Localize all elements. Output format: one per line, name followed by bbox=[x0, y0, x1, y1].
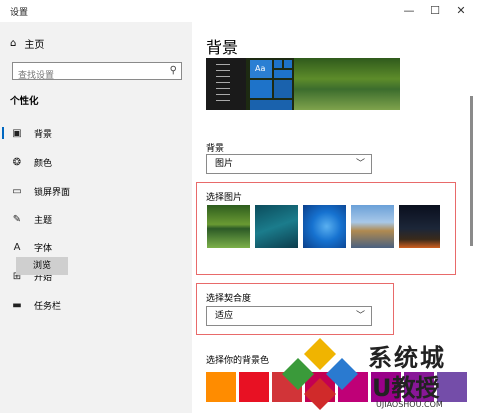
window-title: 设置 bbox=[10, 8, 29, 18]
home-label: 主页 bbox=[24, 40, 45, 51]
preview-tile: Aa bbox=[250, 60, 272, 78]
home-link[interactable]: ⌂ 主页 bbox=[10, 36, 44, 51]
minimize-button[interactable]: — bbox=[396, 2, 422, 20]
sidebar-item-fonts[interactable]: A 字体 bbox=[0, 236, 192, 258]
watermark: 系统城 U教授 UJIAOSHOU.COM bbox=[280, 332, 480, 413]
palette-icon: ❂ bbox=[12, 156, 22, 168]
color-swatch[interactable] bbox=[239, 372, 269, 402]
preview-start-menu bbox=[206, 58, 246, 110]
bg-color-label: 选择你的背景色 bbox=[206, 356, 270, 366]
sidebar: ⌂ 主页 ⚲ 个性化 ▣ 背景 ❂ 颜色 ▭ 锁屏界面 ✎ 主题 A 字体 ⊞ … bbox=[0, 22, 192, 413]
sidebar-item-label: 锁屏界面 bbox=[34, 187, 71, 198]
color-swatch[interactable] bbox=[206, 372, 236, 402]
picture-thumbnail[interactable] bbox=[254, 204, 299, 249]
preview-tile-text: Aa bbox=[255, 64, 266, 73]
sidebar-item-label: 字体 bbox=[34, 243, 53, 254]
fit-dropdown[interactable]: 适应 ﹀ bbox=[206, 306, 372, 326]
page-title: 背景 bbox=[206, 38, 239, 57]
monitor-icon: ▭ bbox=[12, 185, 22, 197]
sidebar-item-background[interactable]: ▣ 背景 bbox=[0, 122, 192, 144]
sidebar-item-label: 主题 bbox=[34, 215, 53, 226]
fit-label: 选择契合度 bbox=[206, 294, 252, 304]
preview-tile bbox=[274, 60, 282, 68]
taskbar-icon: ▬ bbox=[12, 299, 22, 311]
sidebar-item-label: 任务栏 bbox=[34, 301, 62, 312]
picture-thumbnail[interactable] bbox=[302, 204, 347, 249]
search-input[interactable] bbox=[13, 68, 168, 84]
sidebar-item-label: 背景 bbox=[34, 129, 53, 140]
section-title: 个性化 bbox=[10, 96, 39, 107]
preview-tile bbox=[274, 80, 292, 98]
fit-dropdown-value: 适应 bbox=[215, 311, 234, 321]
search-icon[interactable]: ⚲ bbox=[170, 65, 177, 76]
sidebar-item-themes[interactable]: ✎ 主题 bbox=[0, 208, 192, 230]
picture-thumbnail[interactable] bbox=[206, 204, 251, 249]
theme-icon: ✎ bbox=[12, 213, 22, 225]
maximize-button[interactable]: ☐ bbox=[422, 2, 448, 20]
chevron-down-icon: ﹀ bbox=[355, 311, 365, 321]
sidebar-item-taskbar[interactable]: ▬ 任务栏 bbox=[0, 294, 192, 316]
sidebar-item-label: 颜色 bbox=[34, 158, 53, 169]
search-box[interactable]: ⚲ bbox=[12, 62, 182, 84]
preview-tile bbox=[284, 60, 292, 68]
preview-tile bbox=[250, 80, 272, 98]
picture-icon: ▣ bbox=[12, 127, 22, 139]
sidebar-item-colors[interactable]: ❂ 颜色 bbox=[0, 151, 192, 173]
background-preview: Aa bbox=[206, 58, 400, 110]
picture-thumbnail[interactable] bbox=[350, 204, 395, 249]
scrollbar[interactable] bbox=[470, 96, 473, 246]
picture-thumbnail[interactable] bbox=[398, 204, 441, 249]
watermark-url: UJIAOSHOU.COM bbox=[376, 400, 443, 409]
browse-button[interactable]: 浏览 bbox=[16, 257, 68, 275]
preview-landscape bbox=[294, 58, 400, 110]
font-icon: A bbox=[13, 241, 21, 253]
background-dropdown-value: 图片 bbox=[215, 159, 234, 169]
background-dropdown[interactable]: 图片 ﹀ bbox=[206, 154, 372, 174]
background-label: 背景 bbox=[206, 144, 225, 154]
title-bar: 设置 — ☐ ✕ bbox=[0, 0, 480, 22]
watermark-text-en: U教授 bbox=[372, 374, 440, 402]
choose-picture-label: 选择图片 bbox=[206, 193, 243, 203]
close-button[interactable]: ✕ bbox=[448, 2, 474, 20]
sidebar-item-lockscreen[interactable]: ▭ 锁屏界面 bbox=[0, 180, 192, 202]
home-icon: ⌂ bbox=[10, 38, 17, 49]
chevron-down-icon: ﹀ bbox=[355, 159, 365, 169]
preview-tile bbox=[250, 100, 292, 110]
preview-tile bbox=[274, 70, 292, 78]
